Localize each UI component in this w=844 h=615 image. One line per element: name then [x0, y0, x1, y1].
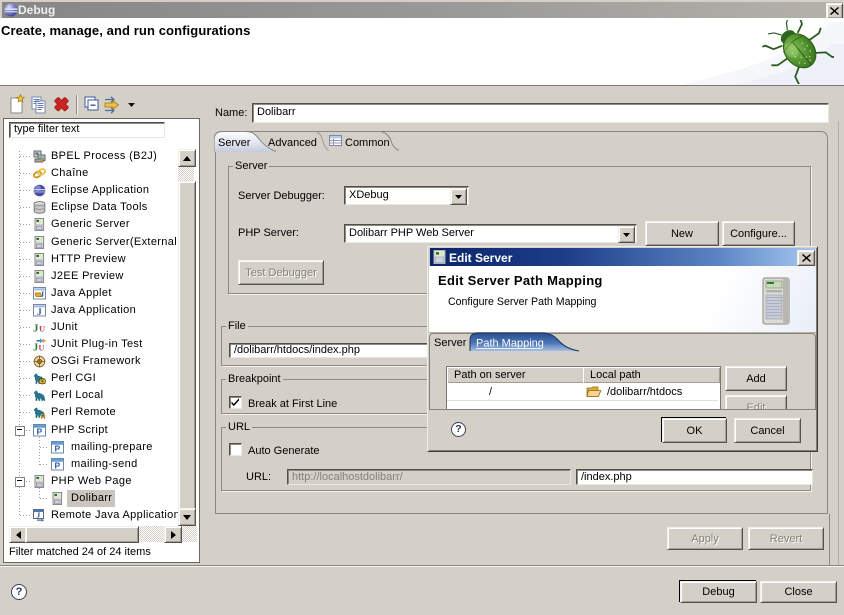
svg-text:Path Mapping: Path Mapping [476, 338, 544, 350]
svg-text:Common: Common [345, 137, 390, 149]
svg-text:Server: Server [434, 337, 467, 349]
svg-text:Server: Server [218, 137, 251, 149]
svg-text:Advanced: Advanced [268, 137, 317, 149]
